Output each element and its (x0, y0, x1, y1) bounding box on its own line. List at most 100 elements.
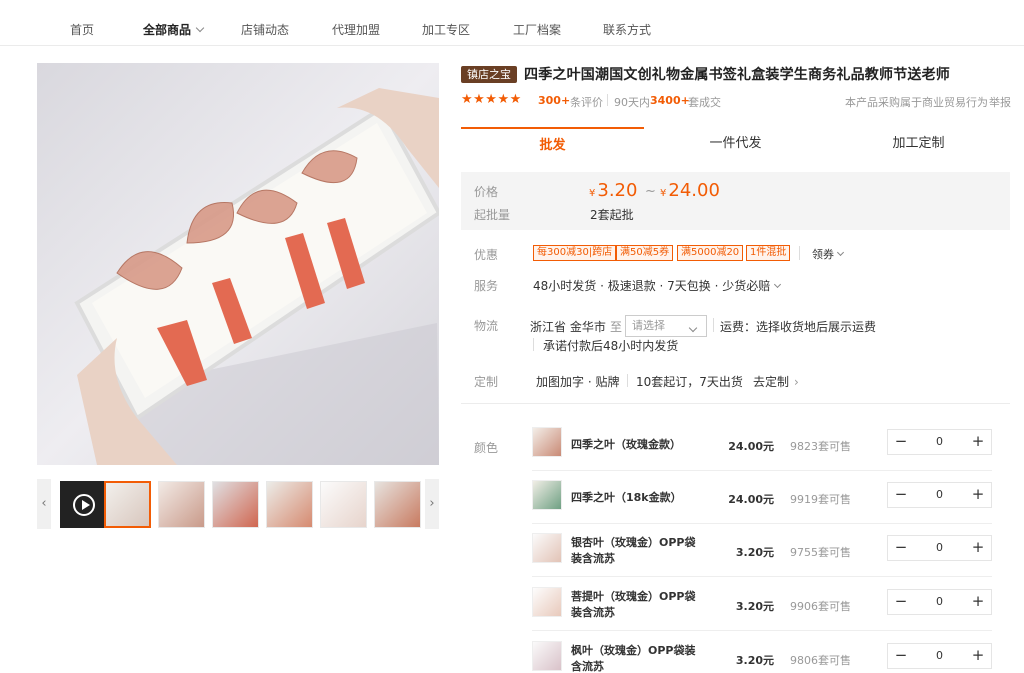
chevron-right-icon: › (794, 375, 799, 389)
sku-thumbnail[interactable] (532, 587, 562, 617)
nav-all-products-label: 全部商品 (143, 23, 192, 37)
main-product-image[interactable] (37, 63, 439, 465)
quantity-stepper: − 0 + (887, 482, 992, 508)
thumbnail-6[interactable] (374, 481, 421, 528)
promo-tag[interactable]: 满5000减20 (677, 245, 744, 261)
increase-button[interactable]: + (965, 644, 991, 668)
sku-price: 24.00元 (728, 493, 774, 506)
thumbnail-5[interactable] (320, 481, 367, 528)
service-guarantees[interactable]: 48小时发货 · 极速退款 · 7天包换 · 少货必赔 (533, 277, 782, 294)
thumbnail-4[interactable] (266, 481, 313, 528)
sku-stock: 9806套可售 (790, 654, 851, 667)
decrease-button[interactable]: − (888, 644, 914, 668)
decrease-button[interactable]: − (888, 536, 914, 560)
thumbnail-2[interactable] (158, 481, 205, 528)
sold-label: 套成交 (688, 96, 721, 109)
sku-price: 3.20元 (735, 546, 774, 559)
play-icon (73, 494, 95, 516)
decrease-button[interactable]: − (888, 590, 914, 614)
sku-row: 四季之叶（18k金款） 24.00元 9919套可售 − 0 + (532, 471, 992, 524)
coupon-dropdown[interactable]: 领券 (812, 246, 845, 262)
currency-symbol: ¥ (589, 188, 596, 199)
thumbnail-1[interactable] (104, 481, 151, 528)
quantity-stepper: − 0 + (887, 589, 992, 615)
product-photo (37, 63, 439, 465)
go-customize-label: 去定制 (753, 375, 790, 389)
increase-button[interactable]: + (965, 536, 991, 560)
price-min: ¥3.20 (589, 180, 637, 201)
moq-label: 起批量 (474, 208, 511, 222)
quantity-stepper: − 0 + (887, 429, 992, 455)
quantity-stepper: − 0 + (887, 535, 992, 561)
sku-row: 四季之叶（玫瑰金款） 24.00元 9823套可售 − 0 + (532, 418, 992, 471)
increase-button[interactable]: + (965, 430, 991, 454)
sku-thumbnail[interactable] (532, 427, 562, 457)
quantity-input[interactable]: 0 (914, 536, 965, 560)
offers-label: 优惠 (474, 248, 499, 262)
sku-thumbnail[interactable] (532, 641, 562, 671)
nav-all-products[interactable]: 全部商品 (143, 21, 205, 38)
nav-agency[interactable]: 代理加盟 (332, 21, 380, 38)
sku-stock: 9919套可售 (790, 493, 851, 506)
review-count[interactable]: 300+ (538, 94, 570, 107)
chevron-down-icon (774, 280, 782, 289)
tab-dropship[interactable]: 一件代发 (644, 127, 827, 161)
review-label: 条评价 (570, 96, 603, 109)
price-min-value: 3.20 (597, 180, 638, 201)
quantity-input[interactable]: 0 (914, 483, 965, 507)
nav-factory-profile[interactable]: 工厂档案 (513, 21, 561, 38)
tab-custom-processing[interactable]: 加工定制 (827, 127, 1010, 161)
custom-terms: 10套起订，7天出货 (636, 375, 743, 389)
price-panel: 价格 ¥3.20 ~ ¥24.00 起批量 2套起批 (461, 172, 1010, 230)
destination-placeholder: 请选择 (632, 319, 665, 332)
nav-store-news[interactable]: 店铺动态 (241, 21, 289, 38)
divider (533, 338, 534, 351)
quantity-input[interactable]: 0 (914, 590, 965, 614)
sku-thumbnail[interactable] (532, 480, 562, 510)
sku-price: 3.20元 (735, 600, 774, 613)
price-range-tilde: ~ (645, 184, 656, 199)
price-max: ¥24.00 (660, 180, 720, 201)
thumbnail-strip: ‹ › (37, 479, 439, 529)
sku-stock: 9755套可售 (790, 546, 851, 559)
decrease-button[interactable]: − (888, 483, 914, 507)
business-note: 本产品采购属于商业贸易行为 (845, 96, 988, 109)
sku-stock: 9823套可售 (790, 440, 851, 453)
quantity-input[interactable]: 0 (914, 430, 965, 454)
nav-processing[interactable]: 加工专区 (422, 21, 470, 38)
promo-tag[interactable]: 满50减5券 (616, 245, 674, 261)
decrease-button[interactable]: − (888, 430, 914, 454)
go-customize-link[interactable]: 去定制 › (753, 373, 799, 390)
report-link[interactable]: 举报 (989, 94, 1011, 110)
section-divider (461, 403, 1010, 404)
quantity-input[interactable]: 0 (914, 644, 965, 668)
increase-button[interactable]: + (965, 590, 991, 614)
quantity-stepper: − 0 + (887, 643, 992, 669)
promo-tag[interactable]: 每300减30|跨店 (533, 245, 617, 261)
sku-thumbnail[interactable] (532, 533, 562, 563)
sku-row: 枫叶（玫瑰金）OPP袋装含流苏 3.20元 9806套可售 − 0 + (532, 632, 992, 673)
promo-tag[interactable]: 1件混批 (746, 245, 791, 261)
destination-select[interactable]: 请选择 (625, 315, 707, 337)
sku-name: 银杏叶（玫瑰金）OPP袋装含流苏 (571, 536, 696, 565)
custom-label: 定制 (474, 375, 499, 389)
sku-name: 四季之叶（18k金款） (571, 491, 682, 504)
coupon-label: 领券 (812, 248, 834, 261)
purchase-mode-tabs: 批发 一件代发 加工定制 (461, 127, 1010, 161)
thumb-prev-arrow-icon[interactable]: ‹ (37, 479, 51, 529)
thumb-next-arrow-icon[interactable]: › (425, 479, 439, 529)
price-max-value: 24.00 (668, 180, 720, 201)
service-label: 服务 (474, 279, 499, 293)
thumbnail-video[interactable] (60, 481, 107, 528)
logistics-label: 物流 (474, 319, 499, 333)
sku-row: 银杏叶（玫瑰金）OPP袋装含流苏 3.20元 9755套可售 − 0 + (532, 524, 992, 577)
tab-wholesale[interactable]: 批发 (461, 127, 644, 161)
nav-contact[interactable]: 联系方式 (603, 21, 651, 38)
nav-home[interactable]: 首页 (70, 21, 94, 38)
increase-button[interactable]: + (965, 483, 991, 507)
freight-info: 运费：选择收货地后展示运费 (720, 320, 877, 334)
ship-to-label: 至 (610, 320, 623, 334)
thumbnail-3[interactable] (212, 481, 259, 528)
sku-stock: 9906套可售 (790, 600, 851, 613)
sku-name: 枫叶（玫瑰金）OPP袋装含流苏 (571, 644, 696, 673)
